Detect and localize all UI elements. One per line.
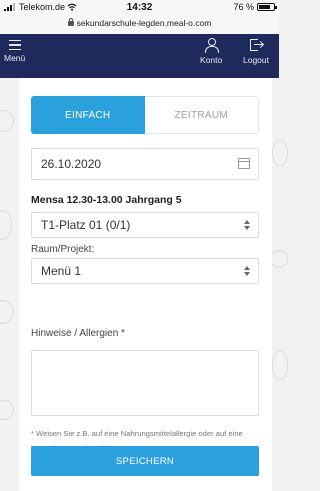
status-bar: Telekom.de 14:32 76 % sekundarschule-leg… [0,0,279,34]
top-navbar: Menü Konto Logout [0,34,279,78]
logout-label: Logout [243,55,269,65]
seat-select[interactable]: T1-Platz 01 (0/1) [31,212,259,238]
background-decoration [0,110,14,132]
background-decoration [0,400,14,420]
account-label: Konto [200,55,223,65]
battery-icon [257,3,277,11]
battery-status: 76 % [233,2,277,12]
tab-simple[interactable]: EINFACH [31,96,145,134]
battery-percent: 76 % [233,2,254,12]
tab-period[interactable]: ZEITRAUM [144,96,259,134]
background-decoration [272,140,288,166]
menu-label: Menü [4,53,26,63]
section-title: Mensa 12.30-13.00 Jahrgang 5 [31,194,182,206]
calendar-icon[interactable] [238,158,250,169]
lock-icon [67,18,74,26]
seat-select-value: T1-Platz 01 (0/1) [41,218,131,232]
background-decoration [272,350,288,380]
background-decoration [0,300,14,324]
background-decoration [0,210,12,240]
room-select-value: Menü 1 [41,264,82,278]
user-icon [204,38,220,53]
room-label: Raum/Projekt: [31,244,95,255]
background-decoration [270,250,288,268]
date-value: 26.10.2020 [41,157,102,171]
select-arrows-icon [244,266,250,276]
save-button[interactable]: SPEICHERN [31,446,259,476]
battery-fill [259,5,270,9]
booking-mode-toggle: EINFACH ZEITRAUM [31,96,259,134]
menu-button[interactable]: Menü [4,38,25,63]
room-select[interactable]: Menü 1 [31,258,259,284]
select-arrows-icon [244,220,250,230]
date-input[interactable]: 26.10.2020 [31,148,259,180]
url-text: sekundarschule-legden.meal-o.com [76,18,212,28]
logout-icon [249,38,263,52]
logout-button[interactable]: Logout [243,38,269,65]
address-bar[interactable]: sekundarschule-legden.meal-o.com [0,18,279,28]
hamburger-icon [8,40,21,50]
notes-textarea[interactable] [31,350,259,416]
notes-label: Hinweise / Allergien * [31,328,125,339]
account-button[interactable]: Konto [200,38,222,65]
booking-form-card: EINFACH ZEITRAUM 26.10.2020 Mensa 12.30-… [19,78,272,491]
